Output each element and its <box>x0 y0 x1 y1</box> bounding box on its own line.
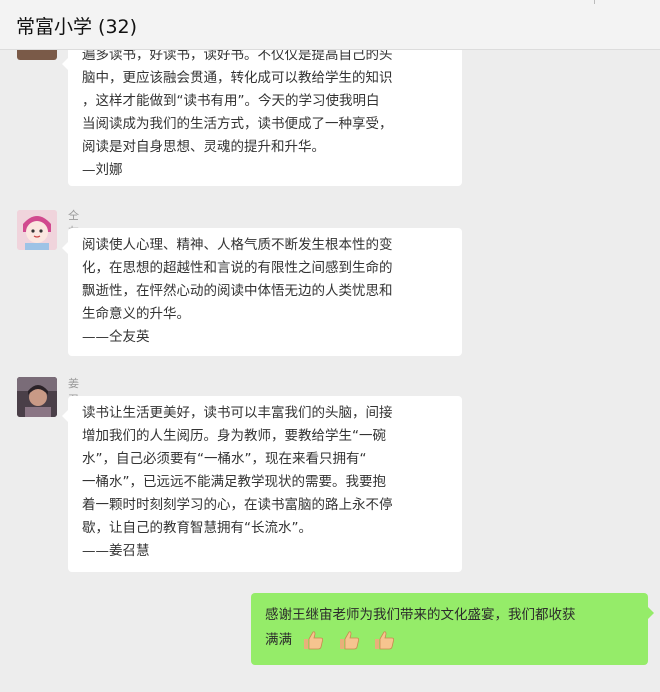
thumbs-up-icon <box>338 631 373 650</box>
thumbs-up-icon <box>302 631 337 650</box>
message-line: 着一颗时时刻刻学习的心，在读书富脑的路上永不停 <box>82 497 393 513</box>
message-bubble[interactable]: 遍多读书，好读书，读好书。不仅仅是提高自己的头 脑中，更应该融会贯通，转化成可以… <box>62 50 462 186</box>
header-divider <box>594 0 595 4</box>
message-line: 感谢王继宙老师为我们带来的文化盛宴，我们都收获 <box>265 607 576 623</box>
message-line: 阅读使人心理、精神、人格气质不断发生根本性的变 <box>82 237 393 253</box>
avatar-image <box>17 210 57 250</box>
message-line: 一桶水”，已远远不能满足教学现状的需要。我要抱 <box>82 474 386 490</box>
chat-title: 常富小学 (32) <box>16 16 138 38</box>
message-text: 满满 <box>265 632 292 648</box>
avatar[interactable] <box>17 50 57 60</box>
message-line: 飘逝性，在怦然心动的阅读中体悟无边的人类忧思和 <box>82 283 393 299</box>
thumbs-up-icon <box>373 631 404 650</box>
avatar[interactable] <box>17 210 57 250</box>
message-line: 增加我们的人生阅历。身为教师，要教给学生“一碗 <box>82 428 386 444</box>
message-line: 当阅读成为我们的生活方式，读书便成了一种享受， <box>82 116 393 132</box>
avatar[interactable] <box>17 377 57 417</box>
message-line: 读书让生活更美好，读书可以丰富我们的头脑，间接 <box>82 405 393 421</box>
chat-header: 常富小学 (32) <box>0 0 660 50</box>
message-line: 化，在思想的超越性和言说的有限性之间感到生命的 <box>82 260 393 276</box>
message-line: ——姜召慧 <box>82 543 150 559</box>
message-bubble[interactable]: 读书让生活更美好，读书可以丰富我们的头脑，间接 增加我们的人生阅历。身为教师，要… <box>62 396 462 572</box>
message-line: ，这样才能做到“读书有用”。今天的学习使我明白 <box>82 93 380 109</box>
message-line: —刘娜 <box>82 162 123 178</box>
message-line: 遍多读书，好读书，读好书。不仅仅是提高自己的头 <box>82 50 393 63</box>
message-line: ——仝友英 <box>82 329 150 345</box>
message-line: 水”，自己必须要有“一桶水”，现在来看只拥有“ <box>82 451 367 467</box>
message-line: 阅读是对自身思想、灵魂的提升和升华。 <box>82 139 325 155</box>
message-bubble-mine[interactable]: 感谢王继宙老师为我们带来的文化盛宴，我们都收获 满满 <box>251 593 654 665</box>
avatar-image <box>17 377 57 417</box>
message-line: 歇，让自己的教育智慧拥有“长流水”。 <box>82 520 312 536</box>
chat-area[interactable]: 遍多读书，好读书，读好书。不仅仅是提高自己的头 脑中，更应该融会贯通，转化成可以… <box>0 50 660 692</box>
message-line: 脑中，更应该融会贯通，转化成可以教给学生的知识 <box>82 70 393 86</box>
message-bubble[interactable]: 阅读使人心理、精神、人格气质不断发生根本性的变 化，在思想的超越性和言说的有限性… <box>62 228 462 356</box>
message-line: 生命意义的升华。 <box>82 306 190 322</box>
message-line: 满满 <box>265 628 634 653</box>
